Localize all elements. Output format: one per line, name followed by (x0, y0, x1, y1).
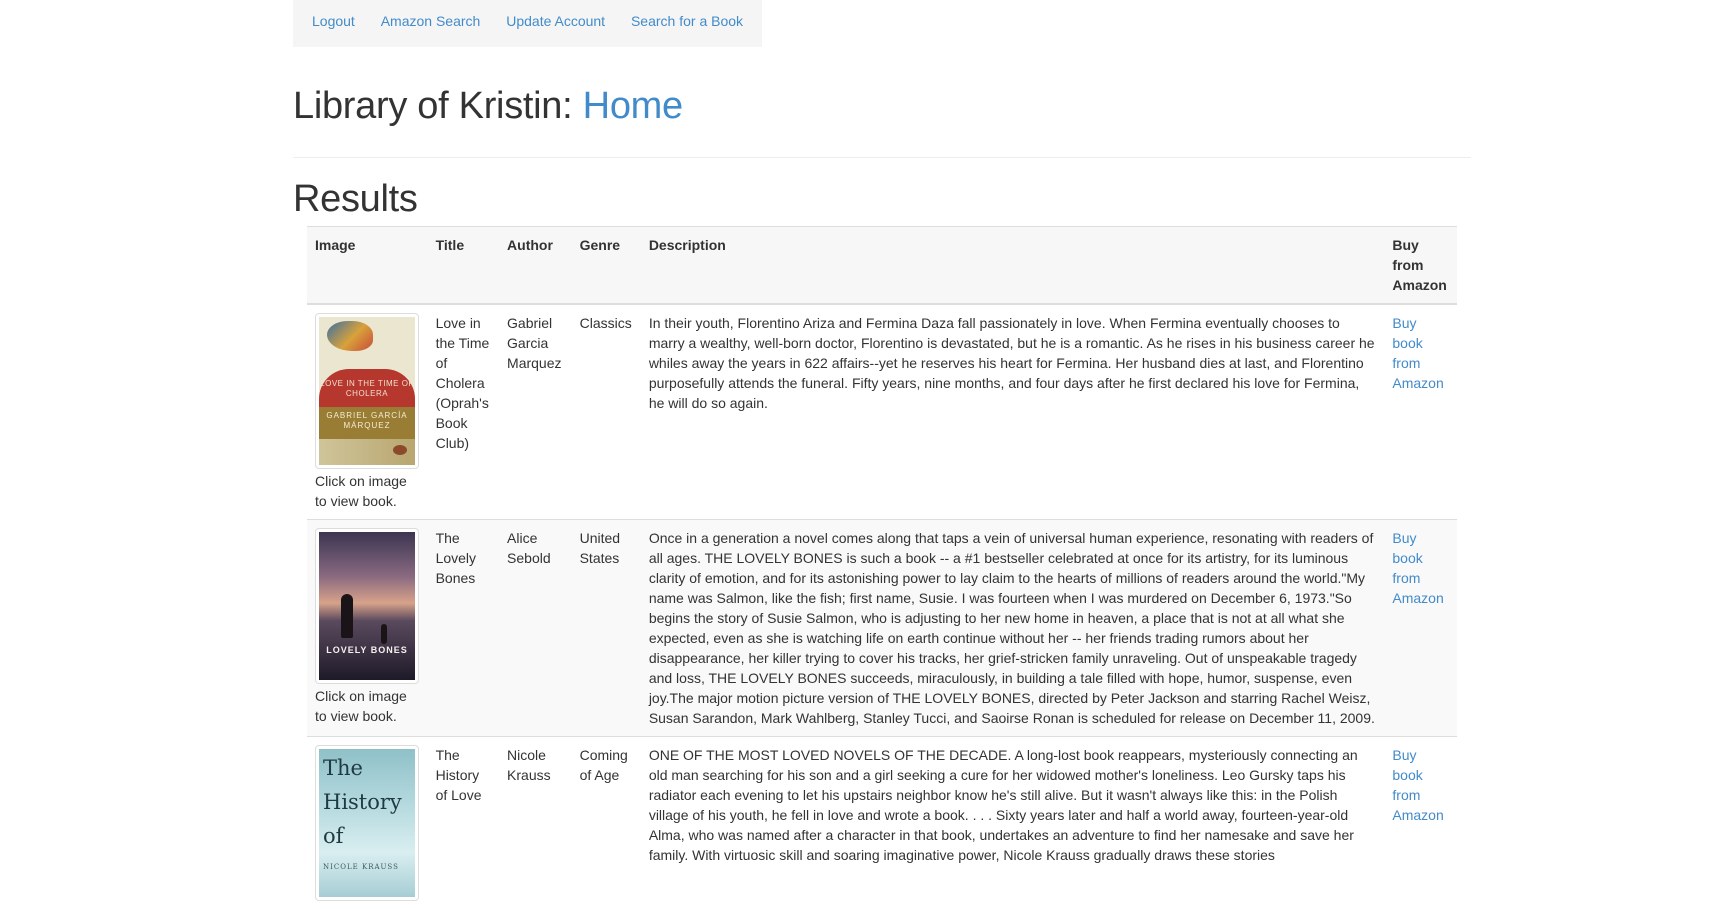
book-cover-image: The History of NICOLE KRAUSS (319, 749, 415, 897)
table-header-row: Image Title Author Genre Description Buy… (307, 227, 1457, 305)
cover-title-line: The (323, 757, 363, 779)
cover-title-text: LOVE IN THE TIME OF CHOLERA (319, 369, 415, 407)
column-header-author: Author (499, 227, 572, 305)
buy-cell: Buy book from Amazon (1384, 520, 1457, 737)
column-header-description: Description (641, 227, 1385, 305)
book-cover-link[interactable]: The History of NICOLE KRAUSS (315, 745, 419, 901)
page-title: Library of Kristin: Home (293, 85, 1471, 127)
page-title-accent: Home (583, 85, 683, 127)
results-table: Image Title Author Genre Description Buy… (307, 226, 1457, 909)
genre-cell: Coming of Age (572, 737, 641, 909)
cover-title-line: of (323, 825, 343, 847)
image-caption: Click on image to view book. (315, 471, 420, 511)
buy-from-amazon-link[interactable]: Buy book from Amazon (1392, 530, 1443, 606)
page-container: Logout Amazon Search Update Account Sear… (293, 0, 1471, 909)
book-cover-link[interactable]: LOVE IN THE TIME OF CHOLERA GABRIEL GARC… (315, 313, 419, 469)
eye-illustration (393, 445, 407, 455)
cover-author-text: GABRIEL GARCÍA MÁRQUEZ (319, 407, 415, 439)
image-cell: The History of NICOLE KRAUSS (307, 737, 428, 909)
book-cover-image: LOVELY BONES (319, 532, 415, 680)
cover-author-text: NICOLE KRAUSS (323, 857, 399, 877)
author-cell: Nicole Krauss (499, 737, 572, 909)
top-nav: Logout Amazon Search Update Account Sear… (293, 0, 762, 47)
cover-title-line: History (323, 791, 402, 813)
image-cell: LOVE IN THE TIME OF CHOLERA GABRIEL GARC… (307, 304, 428, 520)
nav-logout-link[interactable]: Logout (301, 0, 366, 42)
book-cover-link[interactable]: LOVELY BONES (315, 528, 419, 684)
buy-from-amazon-link[interactable]: Buy book from Amazon (1392, 747, 1443, 823)
image-caption: Click on image to view book. (315, 686, 420, 726)
bird-illustration (327, 321, 373, 351)
book-cover-image: LOVE IN THE TIME OF CHOLERA GABRIEL GARC… (319, 317, 415, 465)
image-cell: LOVELY BONES Click on image to view book… (307, 520, 428, 737)
results-heading: Results (293, 178, 1471, 220)
cover-title-text: LOVELY BONES (319, 640, 415, 660)
column-header-buy: Buy from Amazon (1384, 227, 1457, 305)
genre-cell: United States (572, 520, 641, 737)
page-header: Library of Kristin: Home (293, 85, 1471, 158)
buy-cell: Buy book from Amazon (1384, 737, 1457, 909)
nav-amazon-search-link[interactable]: Amazon Search (370, 0, 492, 42)
column-header-image: Image (307, 227, 428, 305)
table-row: LOVELY BONES Click on image to view book… (307, 520, 1457, 737)
nav-update-account-link[interactable]: Update Account (495, 0, 616, 42)
author-cell: Alice Sebold (499, 520, 572, 737)
buy-from-amazon-link[interactable]: Buy book from Amazon (1392, 315, 1443, 391)
results-table-wrap: Image Title Author Genre Description Buy… (307, 226, 1457, 909)
description-cell: Once in a generation a novel comes along… (641, 520, 1385, 737)
column-header-genre: Genre (572, 227, 641, 305)
nav-search-book-link[interactable]: Search for a Book (620, 0, 754, 42)
title-cell: The History of Love (428, 737, 499, 909)
table-row: LOVE IN THE TIME OF CHOLERA GABRIEL GARC… (307, 304, 1457, 520)
genre-cell: Classics (572, 304, 641, 520)
page-title-prefix: Library of Kristin: (293, 85, 572, 127)
author-cell: Gabriel Garcia Marquez (499, 304, 572, 520)
title-cell: The Lovely Bones (428, 520, 499, 737)
figure-silhouette (341, 594, 353, 638)
title-cell: Love in the Time of Cholera (Oprah's Boo… (428, 304, 499, 520)
description-cell: ONE OF THE MOST LOVED NOVELS OF THE DECA… (641, 737, 1385, 909)
table-row: The History of NICOLE KRAUSS The History… (307, 737, 1457, 909)
column-header-title: Title (428, 227, 499, 305)
buy-cell: Buy book from Amazon (1384, 304, 1457, 520)
description-cell: In their youth, Florentino Ariza and Fer… (641, 304, 1385, 520)
